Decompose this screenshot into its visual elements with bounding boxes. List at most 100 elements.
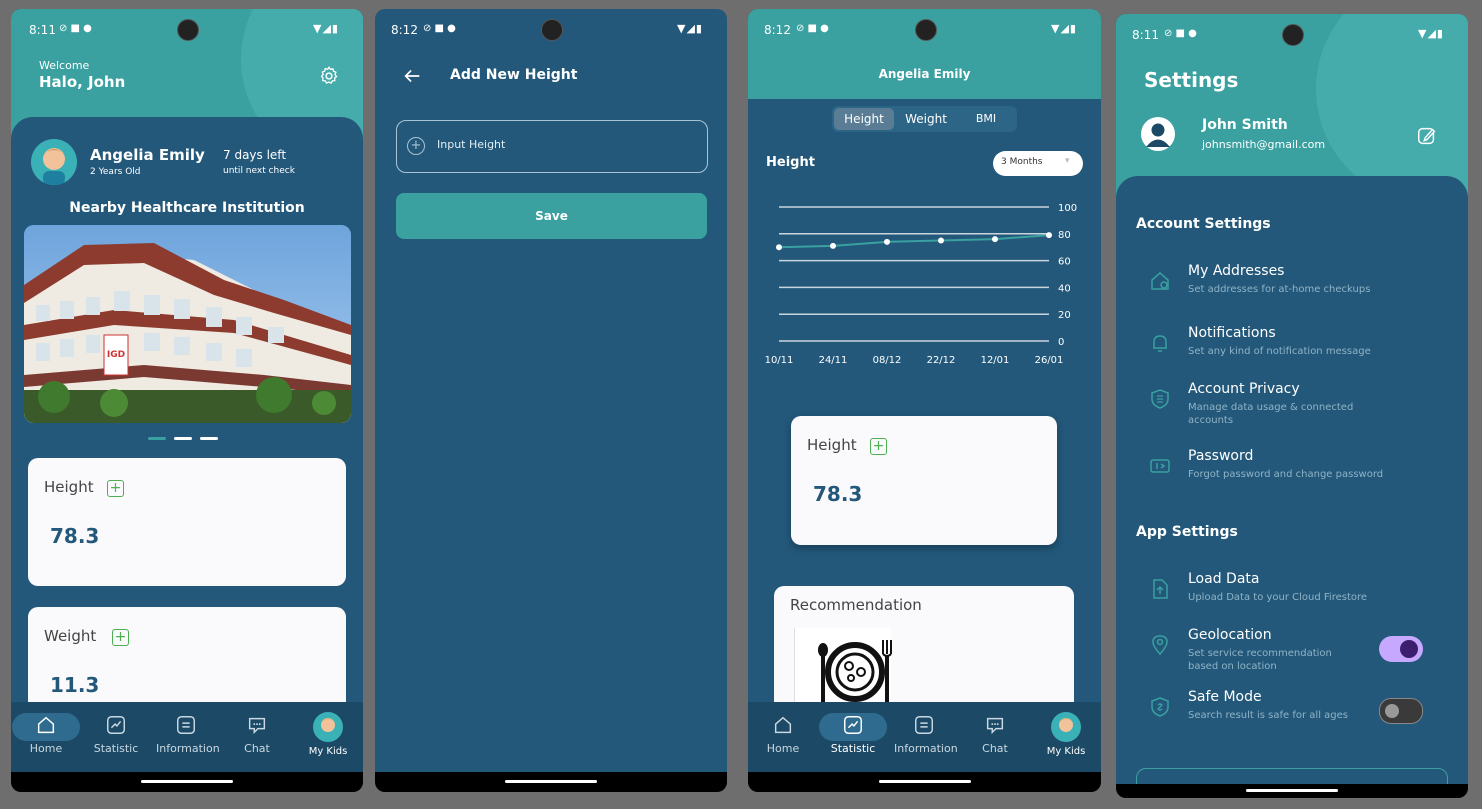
x-tick-label: 22/12 bbox=[927, 355, 956, 366]
nav-chat[interactable]: Chat bbox=[965, 714, 1025, 755]
home-screen: 8:11 ⊘ ■ ● ▼◢▮ Welcome Halo, John Angeli… bbox=[11, 9, 363, 792]
user-avatar-icon bbox=[1140, 116, 1176, 152]
save-button[interactable]: Save bbox=[396, 193, 707, 239]
chart-title: Height bbox=[766, 155, 815, 170]
data-point bbox=[884, 238, 890, 245]
camera-cutout bbox=[1282, 24, 1304, 46]
carousel-indicator[interactable] bbox=[148, 437, 218, 441]
signal-icon: ▼◢▮ bbox=[313, 22, 339, 35]
menu-notifications[interactable]: Notifications Set any kind of notificati… bbox=[1116, 325, 1468, 361]
height-value: 78.3 bbox=[50, 524, 100, 548]
y-tick-label: 80 bbox=[1058, 230, 1071, 241]
edit-profile-icon[interactable] bbox=[1416, 125, 1438, 147]
signal-icon: ▼◢▮ bbox=[1418, 27, 1444, 40]
height-card-title: Height bbox=[44, 478, 94, 496]
menu-subtitle: Set service recommendation based on loca… bbox=[1188, 648, 1332, 672]
tab-weight[interactable]: Weight bbox=[896, 108, 956, 130]
kid-avatar-icon bbox=[1051, 712, 1081, 742]
menu-geolocation[interactable]: Geolocation Set service recommendation b… bbox=[1116, 627, 1468, 675]
x-tick-label: 26/01 bbox=[1035, 355, 1064, 366]
signal-icon: ▼◢▮ bbox=[1051, 22, 1077, 35]
nav-mykids-label: My Kids bbox=[1046, 746, 1086, 757]
height-card[interactable]: Height + 78.3 bbox=[791, 416, 1057, 545]
nav-mykids[interactable]: My Kids bbox=[298, 712, 358, 757]
signal-icon: ▼◢▮ bbox=[677, 22, 703, 35]
carousel-dot[interactable] bbox=[200, 437, 218, 440]
y-tick-label: 100 bbox=[1058, 203, 1077, 214]
chat-icon bbox=[986, 717, 1004, 735]
status-time: 8:12 bbox=[764, 23, 791, 37]
settings-gear-icon[interactable] bbox=[318, 65, 340, 87]
chat-icon bbox=[248, 717, 266, 735]
status-time: 8:11 bbox=[29, 23, 56, 37]
height-card[interactable]: Height + 78.3 bbox=[28, 458, 346, 586]
menu-title: Account Privacy bbox=[1188, 381, 1300, 397]
geolocation-toggle[interactable] bbox=[1379, 636, 1423, 662]
nav-mykids[interactable]: My Kids bbox=[1036, 712, 1096, 757]
menu-password[interactable]: Password Forgot password and change pass… bbox=[1116, 448, 1468, 484]
tab-bmi[interactable]: BMI bbox=[956, 108, 1016, 130]
nav-home[interactable]: Home bbox=[753, 714, 813, 755]
x-tick-label: 24/11 bbox=[819, 355, 848, 366]
nav-home-label: Home bbox=[29, 742, 63, 755]
carousel-dot-active[interactable] bbox=[148, 437, 166, 440]
gesture-bar bbox=[11, 772, 363, 792]
add-height-icon[interactable]: + bbox=[870, 438, 887, 455]
menu-account-privacy[interactable]: Account Privacy Manage data usage & conn… bbox=[1116, 381, 1468, 429]
nav-chat-label: Chat bbox=[982, 742, 1008, 755]
y-tick-label: 0 bbox=[1058, 337, 1064, 348]
height-input-field[interactable]: + Input Height bbox=[396, 120, 708, 173]
camera-cutout bbox=[177, 19, 199, 41]
location-pin-icon bbox=[1152, 635, 1168, 656]
nav-home[interactable]: Home bbox=[12, 713, 80, 755]
menu-title: Password bbox=[1188, 448, 1254, 464]
statistic-screen: 8:12 ⊘ ■ ● ▼◢▮ Angelia Emily Height Weig… bbox=[748, 9, 1101, 792]
nav-information-label: Information bbox=[156, 742, 220, 755]
recommendation-title: Recommendation bbox=[790, 596, 922, 614]
greeting-title: Halo, John bbox=[39, 73, 126, 91]
range-dropdown[interactable]: 3 Months ▾ bbox=[993, 151, 1083, 176]
gesture-bar bbox=[748, 772, 1101, 792]
carousel-dot[interactable] bbox=[174, 437, 192, 440]
menu-safe-mode[interactable]: Safe Mode Search result is safe for all … bbox=[1116, 689, 1468, 737]
back-arrow-icon[interactable] bbox=[401, 65, 423, 87]
menu-load-data[interactable]: Load Data Upload Data to your Cloud Fire… bbox=[1116, 571, 1468, 607]
menu-title: My Addresses bbox=[1188, 263, 1285, 279]
page-title: Settings bbox=[1144, 68, 1239, 92]
app-settings-heading: App Settings bbox=[1136, 524, 1238, 540]
privacy-shield-icon bbox=[1151, 389, 1169, 409]
safe-mode-shield-icon bbox=[1151, 697, 1169, 717]
nav-information[interactable]: Information bbox=[156, 714, 220, 755]
nav-statistic[interactable]: Statistic bbox=[86, 714, 146, 755]
menu-title: Geolocation bbox=[1188, 627, 1272, 643]
range-value: 3 Months bbox=[1001, 157, 1043, 167]
weight-card-title: Weight bbox=[44, 627, 97, 645]
healthcare-image-carousel[interactable]: IGD bbox=[24, 225, 351, 423]
nav-statistic[interactable]: Statistic bbox=[819, 713, 887, 755]
add-weight-icon[interactable]: + bbox=[112, 629, 129, 646]
igd-sign: IGD bbox=[107, 350, 125, 360]
safe-mode-toggle[interactable] bbox=[1379, 698, 1423, 724]
tab-height[interactable]: Height bbox=[834, 108, 894, 130]
status-icons: ⊘ ■ ● bbox=[796, 23, 829, 34]
child-avatar[interactable] bbox=[31, 139, 77, 185]
nav-information[interactable]: Information bbox=[894, 714, 958, 755]
toggle-knob bbox=[1400, 640, 1418, 658]
data-point bbox=[1046, 232, 1052, 239]
metric-tabs: Height Weight BMI bbox=[832, 106, 1017, 132]
status-icons: ⊘ ■ ● bbox=[59, 23, 92, 34]
nav-information-label: Information bbox=[894, 742, 958, 755]
status-bar: 8:12 ⊘ ■ ● ▼◢▮ bbox=[748, 9, 1101, 49]
status-time: 8:11 bbox=[1132, 28, 1159, 42]
page-title: Angelia Emily bbox=[878, 67, 971, 81]
nav-chat[interactable]: Chat bbox=[227, 714, 287, 755]
y-tick-label: 60 bbox=[1058, 257, 1071, 268]
add-height-icon[interactable]: + bbox=[107, 480, 124, 497]
child-name: Angelia Emily bbox=[90, 146, 205, 164]
camera-cutout bbox=[914, 19, 937, 41]
section-title: Nearby Healthcare Institution bbox=[69, 200, 305, 216]
menu-subtitle: Set any kind of notification message bbox=[1188, 346, 1371, 357]
menu-my-addresses[interactable]: My Addresses Set addresses for at-home c… bbox=[1116, 263, 1468, 299]
height-line-chart: 100 80 60 40 20 0 10/11 24/11 08/12 22/12 12/01 26/… bbox=[765, 203, 1078, 366]
user-name: John Smith bbox=[1202, 117, 1288, 133]
